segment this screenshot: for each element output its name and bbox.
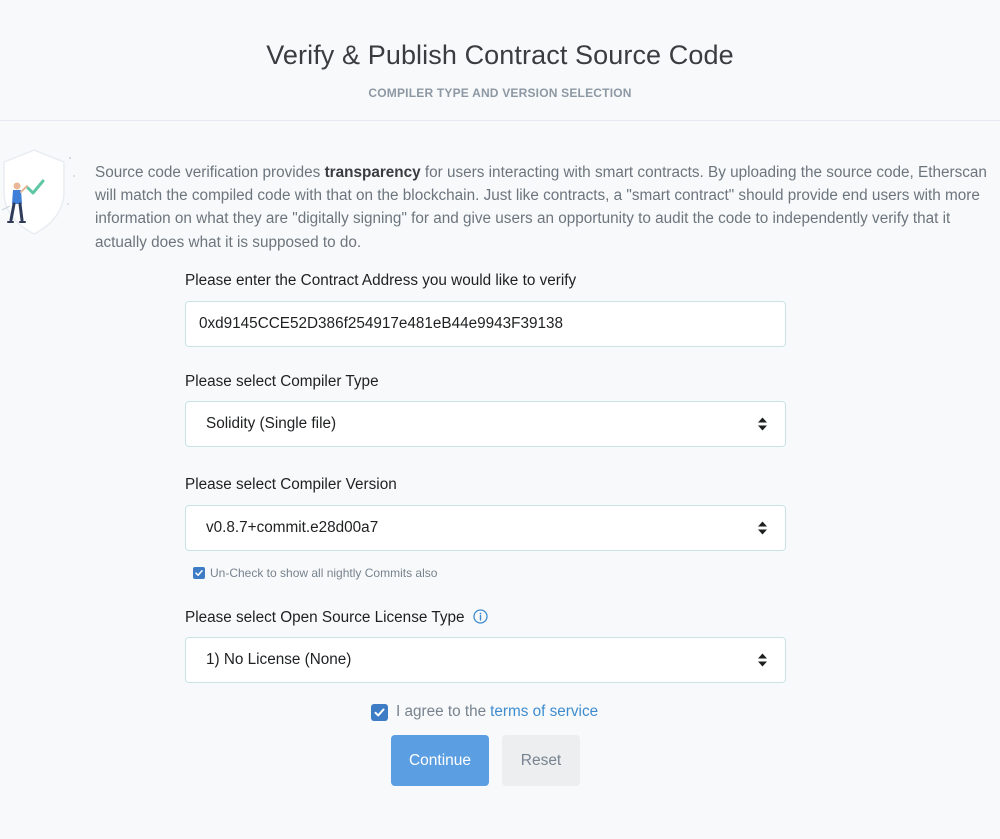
page-subtitle: COMPILER TYPE AND VERSION SELECTION bbox=[368, 86, 632, 100]
license-type-select[interactable]: 1) No License (None) bbox=[185, 637, 786, 683]
intro-text-bold: transparency bbox=[324, 164, 421, 181]
checkmark-icon bbox=[195, 570, 203, 576]
license-type-value: 1) No License (None) bbox=[206, 651, 352, 668]
up-down-arrows-icon bbox=[758, 653, 767, 667]
compiler-version-value: v0.8.7+commit.e28d00a7 bbox=[206, 519, 379, 536]
continue-button[interactable]: Continue bbox=[391, 735, 489, 786]
compiler-version-select[interactable]: v0.8.7+commit.e28d00a7 bbox=[185, 505, 786, 551]
contract-address-input[interactable]: 0xd9145CCE52D386f254917e481eB44e9943F391… bbox=[185, 301, 786, 347]
up-down-arrows-icon bbox=[758, 521, 767, 535]
nightly-commits-label: Un-Check to show all nightly Commits als… bbox=[210, 566, 438, 580]
intro-text: Source code verification provides transp… bbox=[95, 161, 990, 254]
terms-prefix: I agree to the bbox=[396, 703, 487, 720]
terms-agreement[interactable]: I agree to the terms of service bbox=[371, 703, 598, 721]
page-header: Verify & Publish Contract Source Code CO… bbox=[0, 0, 1000, 121]
compiler-type-select[interactable]: Solidity (Single file) bbox=[185, 401, 786, 447]
compiler-type-value: Solidity (Single file) bbox=[206, 415, 337, 432]
page-title: Verify & Publish Contract Source Code bbox=[266, 40, 734, 70]
license-type-label-text: Please select Open Source License Type bbox=[185, 609, 465, 626]
license-type-label: Please select Open Source License Type bbox=[185, 609, 488, 627]
nightly-commits-toggle[interactable]: Un-Check to show all nightly Commits als… bbox=[193, 566, 437, 580]
contract-address-value: 0xd9145CCE52D386f254917e481eB44e9943F391… bbox=[199, 315, 564, 332]
contract-address-label: Please enter the Contract Address you wo… bbox=[185, 272, 577, 289]
up-down-arrows-icon bbox=[758, 417, 767, 431]
verification-shield-illustration bbox=[1, 149, 75, 235]
nightly-commits-checkbox[interactable] bbox=[193, 567, 205, 579]
intro-text-start: Source code verification provides bbox=[95, 164, 325, 181]
terms-of-service-link[interactable]: terms of service bbox=[490, 703, 598, 721]
compiler-version-label: Please select Compiler Version bbox=[185, 476, 397, 493]
checkmark-icon bbox=[374, 708, 385, 716]
verify-contract-page: Verify & Publish Contract Source Code CO… bbox=[0, 0, 1000, 839]
reset-button[interactable]: Reset bbox=[502, 735, 580, 786]
info-circle-icon[interactable] bbox=[473, 609, 488, 624]
terms-checkbox[interactable] bbox=[371, 703, 388, 721]
compiler-type-label: Please select Compiler Type bbox=[185, 373, 379, 390]
